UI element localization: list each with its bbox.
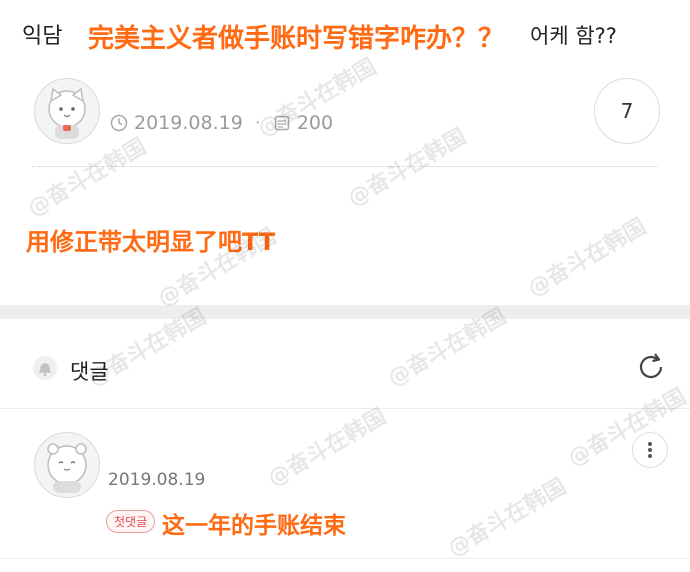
title-translation-overlay: 完美主义者做手账时写错字咋办？？ [88,24,505,54]
first-comment-badge: 첫댓글 [106,510,156,533]
post-views: 200 [296,112,334,134]
divider [0,408,690,409]
clock-icon [110,114,128,132]
hamster-avatar-icon [47,443,87,493]
watermark: @奋斗在韩国 [263,404,391,492]
post-meta: 2019.08.19 · 200 [110,112,333,134]
comment-count-button[interactable]: 7 [594,78,660,144]
post-date: 2019.08.19 [134,112,243,134]
post-title-suffix: 어케 함?? [530,24,617,48]
bell-icon [32,355,58,381]
watermark: @奋斗在韩国 [563,384,690,472]
body-translation-overlay: 用修正带太明显了吧TT [26,228,276,256]
meta-separator: · [254,112,261,134]
comments-header: 댓글 [70,360,109,384]
comment-date: 2019.08.19 [108,470,206,490]
commenter-avatar[interactable] [34,432,100,498]
cat-avatar-icon [48,87,86,139]
refresh-icon[interactable] [634,350,668,384]
divider [0,558,690,559]
eye-icon [274,115,290,131]
divider [32,166,658,167]
comment-translation-overlay: 这一年的手账结束 [162,513,346,539]
watermark: @奋斗在韩国 [23,134,151,222]
watermark: @奋斗在韩国 [523,214,651,302]
section-separator [0,305,690,319]
watermark: @奋斗在韩国 [443,474,571,562]
more-vertical-icon[interactable] [632,432,668,468]
author-avatar[interactable] [34,78,100,144]
post-title-prefix: 익담 [22,24,63,49]
